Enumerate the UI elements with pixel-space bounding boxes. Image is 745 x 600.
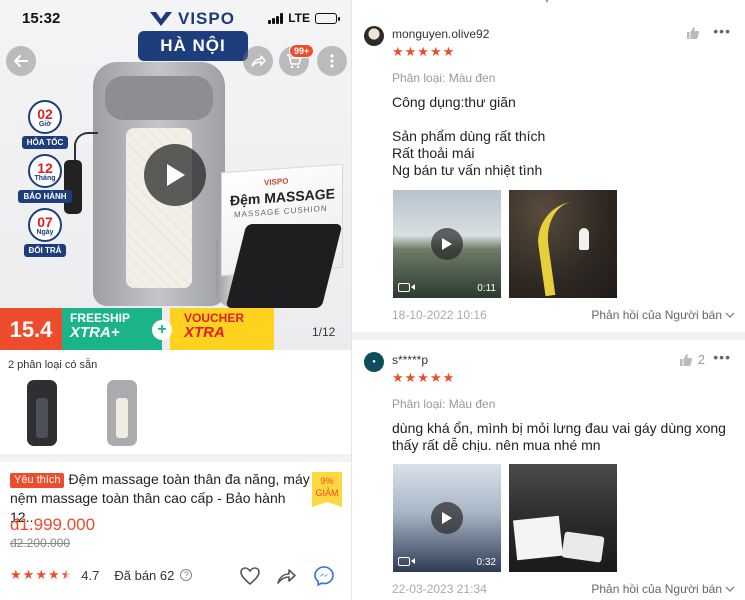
star-icon: ★ — [10, 567, 22, 582]
product-image-carousel[interactable]: 15:32 LTE VISPO HÀ NỘI 99+ 02 Giờ HỎA TỐ… — [0, 0, 351, 350]
review-photo[interactable] — [509, 464, 617, 572]
rating-value: 4.7 — [81, 567, 100, 583]
product-page: 15:32 LTE VISPO HÀ NỘI 99+ 02 Giờ HỎA TỐ… — [0, 0, 351, 600]
avatar[interactable] — [364, 26, 384, 46]
more-options-icon[interactable]: ••• — [713, 349, 731, 365]
star-icon: ★ — [47, 567, 60, 582]
review-text: Công dụng:thư giãn Sản phẩm dùng rất thí… — [392, 94, 546, 178]
brand-logo: VISPO — [150, 9, 235, 29]
original-price: đ2.200.000 — [10, 536, 71, 550]
chevron-down-icon[interactable]: ▼ — [542, 0, 552, 6]
discount-badge: 9% GIẢM — [312, 472, 342, 507]
massage-mat-image — [225, 224, 343, 308]
favorite-button[interactable] — [239, 565, 261, 587]
thumbs-up-icon — [687, 27, 700, 39]
play-icon — [167, 164, 185, 186]
video-duration: 0:32 — [476, 557, 496, 568]
city-label: HÀ NỘI — [138, 31, 248, 61]
messenger-button[interactable] — [313, 565, 335, 587]
section-divider — [0, 454, 351, 462]
sold-count: Đã bán 62 — [114, 567, 175, 583]
more-options-icon[interactable]: ••• — [713, 23, 731, 39]
review-variant: Phân loại: Màu đen — [392, 71, 496, 85]
back-button[interactable] — [6, 46, 36, 76]
review-stars: ★★★★★ — [392, 370, 456, 385]
share-button[interactable] — [243, 46, 273, 76]
seller-reply-toggle[interactable]: Phản hồi của Người bán — [591, 308, 735, 322]
seller-reply-toggle[interactable]: Phản hồi của Người bán — [591, 582, 735, 596]
more-vertical-icon — [330, 54, 334, 68]
rating-stars: ★ ★ ★ ★ ★ — [10, 567, 72, 583]
messenger-icon — [314, 566, 334, 586]
product-price: đ1.999.000 — [10, 515, 96, 534]
video-camera-icon — [398, 283, 410, 292]
review-text: dùng khá ổn, mình bị mỏi lưng đau vai gá… — [392, 420, 726, 453]
cart-count-badge: 99+ — [289, 44, 315, 58]
variants-label: 2 phân loại có sẵn — [8, 359, 98, 371]
arrow-left-icon — [14, 55, 28, 67]
help-icon[interactable]: ? — [180, 569, 193, 581]
reviews-panel: ▼ monguyen.olive92 ★★★★★ ••• Phân loại: … — [352, 0, 745, 600]
share-product-button[interactable] — [275, 565, 297, 587]
video-camera-icon — [398, 557, 410, 566]
heart-icon — [240, 567, 260, 585]
image-counter: 1/12 — [312, 325, 336, 339]
thumbs-up-icon — [679, 353, 692, 366]
badge-return: 07 Ngày ĐỔI TRẢ — [18, 208, 72, 257]
reviewer-name[interactable]: s*****p — [392, 353, 428, 367]
vispo-logo-icon — [150, 12, 172, 26]
share-icon — [277, 569, 296, 584]
star-icon: ★ — [22, 567, 35, 582]
badge-warranty: 12 Tháng BẢO HÀNH — [18, 154, 72, 203]
promo-date: 15.4 — [0, 308, 62, 350]
review-date: 18-10-2022 10:16 — [392, 308, 487, 322]
avatar[interactable]: ● — [364, 352, 384, 372]
star-icon: ★ — [60, 567, 73, 582]
promo-banner: 15.4 FREESHIP XTRA+ VOUCHER XTRA + — [0, 308, 351, 350]
more-options-button[interactable] — [317, 46, 347, 76]
signal-icon — [268, 12, 284, 24]
like-button[interactable]: 2 — [679, 352, 705, 367]
reviewer-name[interactable]: monguyen.olive92 — [392, 27, 489, 41]
network-label: LTE — [288, 11, 310, 25]
chevron-down-icon — [725, 312, 735, 318]
review-video[interactable]: 0:11 — [393, 190, 501, 298]
promo-voucher: VOUCHER XTRA — [170, 308, 274, 350]
review-variant: Phân loại: Màu đen — [392, 397, 496, 411]
review-date: 22-03-2023 21:34 — [392, 582, 487, 596]
play-icon — [431, 228, 463, 260]
review-video[interactable]: 0:32 — [393, 464, 501, 572]
status-time: 15:32 — [22, 10, 61, 27]
rating-row[interactable]: ★ ★ ★ ★ ★ 4.7 Đã bán 62 ? — [10, 567, 193, 583]
variant-thumb-grey[interactable] — [94, 377, 150, 449]
like-count: 2 — [697, 352, 705, 367]
review-stars: ★★★★★ — [392, 44, 456, 59]
video-duration: 0:11 — [477, 283, 496, 294]
favorite-tag: Yêu thích — [10, 473, 65, 488]
brand-name: VISPO — [178, 9, 235, 28]
status-indicators: LTE — [268, 11, 340, 25]
plus-icon: + — [152, 320, 172, 340]
promo-freeship: FREESHIP XTRA+ — [62, 308, 162, 350]
chevron-down-icon — [725, 586, 735, 592]
review-item: ● s*****p ★★★★★ 2 ••• Phân loại: Màu đen… — [352, 332, 745, 600]
play-icon — [431, 502, 463, 534]
share-arrow-icon — [251, 55, 266, 67]
like-button[interactable] — [686, 26, 705, 40]
badge-express: 02 Giờ HỎA TỐC — [18, 100, 72, 149]
star-icon: ★ — [35, 567, 47, 582]
review-photo[interactable] — [509, 190, 617, 298]
battery-icon — [315, 12, 340, 24]
play-video-button[interactable] — [144, 144, 206, 206]
variant-thumb-black[interactable] — [14, 377, 70, 449]
review-item: monguyen.olive92 ★★★★★ ••• Phân loại: Mà… — [352, 14, 745, 332]
